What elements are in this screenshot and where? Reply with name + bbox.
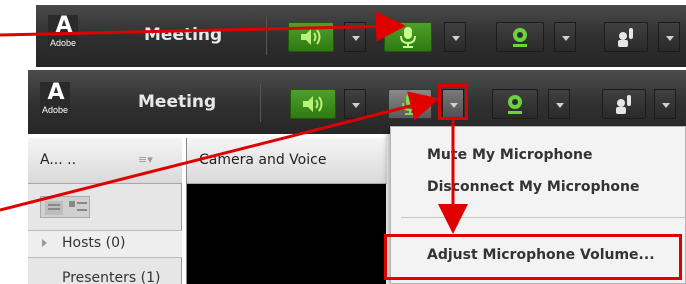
speaker-options-dropdown[interactable]: [344, 22, 366, 52]
chevron-down-icon: [352, 36, 360, 41]
speaker-button[interactable]: [290, 89, 336, 119]
webcam-icon: [513, 28, 527, 47]
adobe-logo-word: Adobe: [49, 38, 77, 48]
raise-hand-icon: [618, 28, 633, 47]
meeting-toolbar-top: A Adobe Meeting: [36, 5, 686, 67]
tutorial-composite: A Adobe Meeting A Adobe Meeting A... .. …: [0, 0, 686, 284]
view-toggle-group[interactable]: [40, 196, 90, 218]
highlight-box-mic-dropdown: [438, 84, 468, 120]
speaker-icon: [301, 29, 321, 45]
menu-divider: [401, 217, 685, 218]
microphone-options-dropdown[interactable]: [444, 22, 466, 52]
meeting-toolbar-bottom: A Adobe Meeting: [28, 70, 686, 134]
status-button[interactable]: [604, 22, 648, 52]
attendee-group-presenters[interactable]: Presenters (1): [28, 268, 182, 284]
toolbar-divider: [266, 17, 267, 55]
attendee-pod: A... .. ≡▾ Hosts (0) Presenters (1): [28, 138, 182, 284]
adobe-logo: A Adobe: [40, 82, 70, 120]
camera-voice-pod-title: Camera and Voice: [199, 152, 327, 168]
status-options-dropdown[interactable]: [654, 89, 676, 119]
camera-voice-pod-header: Camera and Voice: [187, 138, 387, 184]
adobe-logo-word: Adobe: [41, 105, 69, 115]
adobe-logo-mark: A: [55, 13, 72, 38]
status-options-dropdown[interactable]: [658, 22, 680, 52]
status-button[interactable]: [602, 89, 646, 119]
chevron-down-icon: [562, 36, 570, 41]
expand-arrow-icon: [42, 239, 47, 247]
menu-item-mute-microphone[interactable]: Mute My Microphone: [427, 147, 593, 163]
chevron-down-icon: [556, 103, 564, 108]
adobe-logo-mark: A: [47, 80, 64, 105]
webcam-button[interactable]: [492, 89, 538, 119]
pod-options-icon[interactable]: ≡▾: [138, 153, 153, 166]
speaker-options-dropdown[interactable]: [344, 89, 366, 119]
chevron-down-icon: [452, 36, 460, 41]
microphone-button[interactable]: [384, 22, 432, 52]
attendee-pod-header: A... .. ≡▾: [28, 138, 182, 184]
list-view-icon: [45, 201, 87, 215]
attendee-pod-title: A... ..: [40, 152, 77, 168]
camera-voice-pod: Camera and Voice: [186, 138, 387, 284]
highlight-box-adjust-volume: [384, 234, 682, 280]
chevron-down-icon: [662, 103, 670, 108]
chevron-down-icon: [352, 103, 360, 108]
meeting-menu-title[interactable]: Meeting: [144, 25, 222, 45]
webcam-icon: [508, 95, 522, 114]
attendee-group-label: Presenters (1): [62, 270, 161, 284]
webcam-options-dropdown[interactable]: [548, 89, 570, 119]
speaker-button[interactable]: [288, 22, 334, 52]
webcam-options-dropdown[interactable]: [554, 22, 576, 52]
raise-hand-icon: [616, 95, 631, 114]
webcam-button[interactable]: [496, 22, 544, 52]
microphone-icon: [400, 27, 416, 48]
adobe-logo: A Adobe: [48, 15, 78, 53]
menu-item-disconnect-microphone[interactable]: Disconnect My Microphone: [427, 179, 640, 195]
speaker-icon: [303, 96, 323, 112]
microphone-button[interactable]: [388, 89, 432, 119]
toolbar-divider: [260, 84, 261, 122]
chevron-down-icon: [666, 36, 674, 41]
microphone-icon: [402, 94, 418, 115]
attendee-group-label: Hosts (0): [62, 235, 126, 251]
attendee-group-hosts[interactable]: Hosts (0): [28, 230, 182, 258]
meeting-menu-title[interactable]: Meeting: [138, 92, 216, 112]
